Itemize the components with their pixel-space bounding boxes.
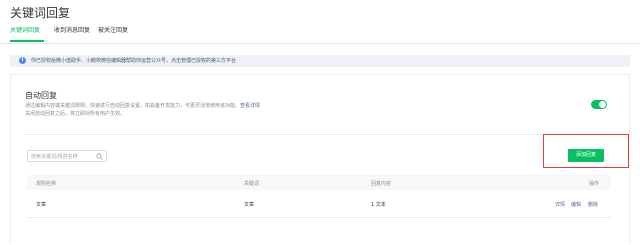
column-header-rule-name: 规则名称	[36, 181, 57, 187]
auto-reply-title: 自动回复	[25, 91, 57, 100]
toggle-knob	[599, 101, 606, 108]
auto-reply-description: 通过编辑内容或关键词规则，快速进行自动回复设置。如具备开发能力，可更灵活地使用该…	[25, 102, 260, 118]
search-icon[interactable]	[96, 153, 103, 160]
column-header-actions: 操作	[589, 181, 600, 187]
table-header	[27, 175, 611, 190]
add-reply-button[interactable]: 添加回复	[568, 149, 604, 162]
auto-reply-desc-line2: 关闭自动回复之后，将立即对所有用户生效。	[25, 111, 126, 117]
tab-follow-reply[interactable]: 被关注回复	[98, 26, 128, 36]
tab-message-reply[interactable]: 收到消息回复	[54, 26, 90, 36]
tab-bar: 关键词回复 收到消息回复 被关注回复	[0, 26, 640, 44]
table-row	[27, 190, 611, 218]
search-input[interactable]	[31, 152, 95, 161]
info-icon: i	[19, 57, 26, 64]
active-tab-indicator	[10, 40, 44, 42]
notice-text: 你已授权给微小值助手、小鹅校微信编辑器帮助你运营公众号，点击管理已授权的第三方平…	[31, 58, 237, 64]
details-link[interactable]: 详情	[555, 201, 565, 208]
column-header-content: 回复内容	[371, 181, 392, 187]
column-header-keyword: 关键词	[244, 181, 260, 187]
search-box	[27, 150, 107, 162]
delete-link[interactable]: 删除	[588, 201, 598, 208]
edit-link[interactable]: 编辑	[571, 201, 581, 208]
rule-name-cell: 文章	[36, 202, 47, 208]
tab-keyword-reply[interactable]: 关键词回复	[10, 26, 40, 36]
section-divider	[25, 134, 615, 135]
auto-reply-toggle[interactable]	[591, 100, 607, 109]
view-details-link[interactable]: 查看详情	[240, 103, 260, 109]
notice-banner: i 你已授权给微小值助手、小鹅校微信编辑器帮助你运营公众号，点击管理已授权的第三…	[10, 55, 630, 67]
auto-reply-desc-line1: 通过编辑内容或关键词规则，快速进行自动回复设置。如具备开发能力，可更灵活地使用该…	[25, 103, 241, 109]
page-title: 关键词回复	[10, 6, 71, 20]
keyword-cell: 文章	[244, 202, 255, 208]
content-cell: 1 文本	[371, 202, 386, 208]
